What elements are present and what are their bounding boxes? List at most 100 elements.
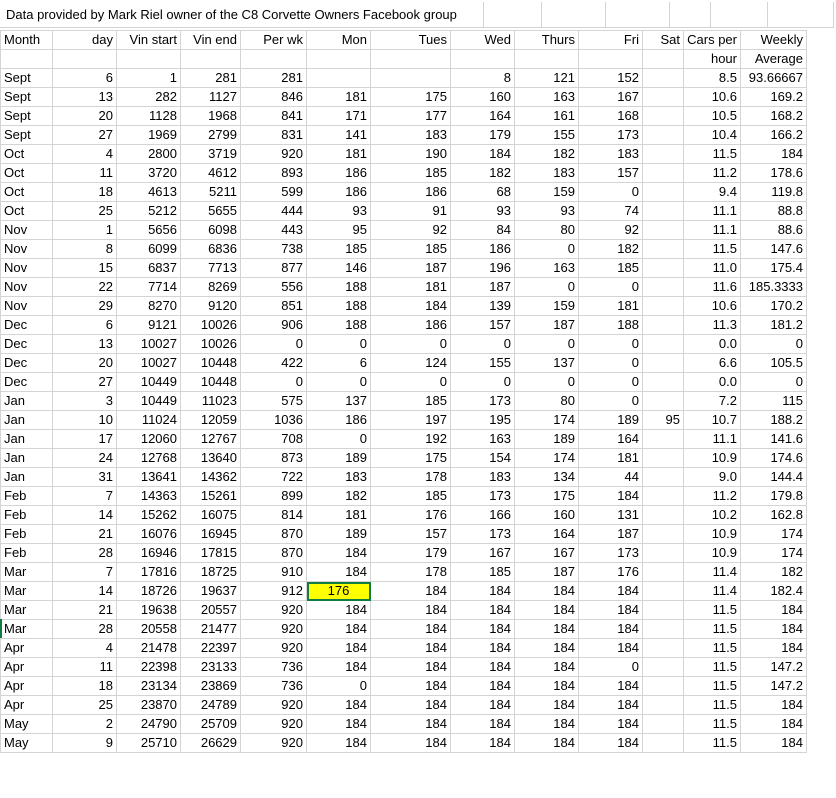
- cell-vin-start[interactable]: 16076: [116, 524, 181, 544]
- cell-month[interactable]: Jan: [0, 429, 53, 449]
- cell-sat[interactable]: [642, 733, 684, 753]
- cell-fri[interactable]: 44: [578, 467, 643, 487]
- cell-wed[interactable]: 8: [450, 68, 515, 88]
- cell-weekly-average[interactable]: 147.2: [740, 676, 807, 696]
- cell-day[interactable]: 18: [52, 676, 117, 696]
- cell-weekly-average[interactable]: 181.2: [740, 315, 807, 335]
- cell-per-wk[interactable]: 920: [240, 733, 307, 753]
- cell-vin-end[interactable]: 13640: [180, 448, 241, 468]
- cell-vin-end[interactable]: 16945: [180, 524, 241, 544]
- cell-fri[interactable]: 0: [578, 657, 643, 677]
- cell-day[interactable]: 9: [52, 733, 117, 753]
- cell-vin-start[interactable]: 12060: [116, 429, 181, 449]
- cell-weekly-average[interactable]: 115: [740, 391, 807, 411]
- cell-fri[interactable]: 168: [578, 106, 643, 126]
- cell-sat[interactable]: [642, 524, 684, 544]
- cell-per-wk[interactable]: 841: [240, 106, 307, 126]
- header2-month[interactable]: [0, 49, 53, 69]
- header2-wed[interactable]: [450, 49, 515, 69]
- cell-weekly-average[interactable]: 182.4: [740, 581, 807, 601]
- cell-weekly-average[interactable]: 168.2: [740, 106, 807, 126]
- cell-day[interactable]: 20: [52, 106, 117, 126]
- cell-vin-end[interactable]: 11023: [180, 391, 241, 411]
- cell-thurs[interactable]: 182: [514, 144, 579, 164]
- cell-weekly-average[interactable]: 184: [740, 600, 807, 620]
- cell-vin-end[interactable]: 24789: [180, 695, 241, 715]
- header-vin-end[interactable]: Vin end: [180, 30, 241, 50]
- cell-month[interactable]: Apr: [0, 638, 53, 658]
- cell-month[interactable]: Dec: [0, 353, 53, 373]
- cell-month[interactable]: Mar: [0, 600, 53, 620]
- cell-per-wk[interactable]: 599: [240, 182, 307, 202]
- cell-thurs[interactable]: 184: [514, 638, 579, 658]
- cell-cars-per-hour[interactable]: 11.5: [683, 676, 741, 696]
- cell-wed[interactable]: 184: [450, 714, 515, 734]
- cell-wed[interactable]: 173: [450, 524, 515, 544]
- cell-weekly-average[interactable]: 105.5: [740, 353, 807, 373]
- cell-day[interactable]: 22: [52, 277, 117, 297]
- cell-fri[interactable]: 164: [578, 429, 643, 449]
- cell-cars-per-hour[interactable]: 10.7: [683, 410, 741, 430]
- cell-thurs[interactable]: 174: [514, 410, 579, 430]
- cell-vin-start[interactable]: 25710: [116, 733, 181, 753]
- cell-vin-end[interactable]: 10448: [180, 372, 241, 392]
- cell-thurs[interactable]: 184: [514, 600, 579, 620]
- cell-month[interactable]: Mar: [0, 619, 53, 639]
- cell-mon[interactable]: 184: [306, 695, 371, 715]
- cell-wed[interactable]: 196: [450, 258, 515, 278]
- cell-sat[interactable]: [642, 68, 684, 88]
- cell-sat[interactable]: [642, 334, 684, 354]
- cell-cars-per-hour[interactable]: 0.0: [683, 372, 741, 392]
- cell-cars-per-hour[interactable]: 10.9: [683, 543, 741, 563]
- header-fri[interactable]: Fri: [578, 30, 643, 50]
- header-cars-per-hour[interactable]: Cars per: [683, 30, 741, 50]
- cell-wed[interactable]: 184: [450, 619, 515, 639]
- cell-day[interactable]: 21: [52, 600, 117, 620]
- cell-thurs[interactable]: 163: [514, 258, 579, 278]
- cell-per-wk[interactable]: 444: [240, 201, 307, 221]
- cell-wed[interactable]: 164: [450, 106, 515, 126]
- cell-thurs[interactable]: 167: [514, 543, 579, 563]
- cell-sat[interactable]: [642, 353, 684, 373]
- cell-per-wk[interactable]: 831: [240, 125, 307, 145]
- header-per-wk[interactable]: Per wk: [240, 30, 307, 50]
- cell-per-wk[interactable]: 873: [240, 448, 307, 468]
- header-weekly-average[interactable]: Weekly: [740, 30, 807, 50]
- cell-thurs[interactable]: 121: [514, 68, 579, 88]
- header2-fri[interactable]: [578, 49, 643, 69]
- header2-per-wk[interactable]: [240, 49, 307, 69]
- cell-vin-end[interactable]: 8269: [180, 277, 241, 297]
- cell-per-wk[interactable]: 920: [240, 600, 307, 620]
- cell-thurs[interactable]: 0: [514, 239, 579, 259]
- cell-cars-per-hour[interactable]: 6.6: [683, 353, 741, 373]
- cell-cars-per-hour[interactable]: 11.5: [683, 600, 741, 620]
- cell-per-wk[interactable]: 722: [240, 467, 307, 487]
- cell-day[interactable]: 28: [52, 543, 117, 563]
- cell-month[interactable]: Nov: [0, 296, 53, 316]
- cell-per-wk[interactable]: 556: [240, 277, 307, 297]
- cell-mon[interactable]: 186: [306, 182, 371, 202]
- cell-vin-end[interactable]: 19637: [180, 581, 241, 601]
- cell-month[interactable]: Sept: [0, 87, 53, 107]
- cell-wed[interactable]: 182: [450, 163, 515, 183]
- cell-vin-start[interactable]: 5656: [116, 220, 181, 240]
- cell-wed[interactable]: 68: [450, 182, 515, 202]
- cell-mon[interactable]: 171: [306, 106, 371, 126]
- cell-thurs[interactable]: 184: [514, 657, 579, 677]
- cell-mon[interactable]: 181: [306, 144, 371, 164]
- cell-per-wk[interactable]: 814: [240, 505, 307, 525]
- cell-day[interactable]: 10: [52, 410, 117, 430]
- cell-weekly-average[interactable]: 166.2: [740, 125, 807, 145]
- cell-cars-per-hour[interactable]: 9.4: [683, 182, 741, 202]
- cell-per-wk[interactable]: 920: [240, 695, 307, 715]
- cell-sat[interactable]: [642, 429, 684, 449]
- cell-vin-start[interactable]: 10449: [116, 372, 181, 392]
- cell-mon[interactable]: 184: [306, 543, 371, 563]
- cell-vin-start[interactable]: 6099: [116, 239, 181, 259]
- cell-fri[interactable]: 173: [578, 125, 643, 145]
- cell-tues[interactable]: 190: [370, 144, 451, 164]
- cell-month[interactable]: Apr: [0, 657, 53, 677]
- cell-cars-per-hour[interactable]: 11.5: [683, 714, 741, 734]
- cell-per-wk[interactable]: 0: [240, 372, 307, 392]
- cell-vin-end[interactable]: 2799: [180, 125, 241, 145]
